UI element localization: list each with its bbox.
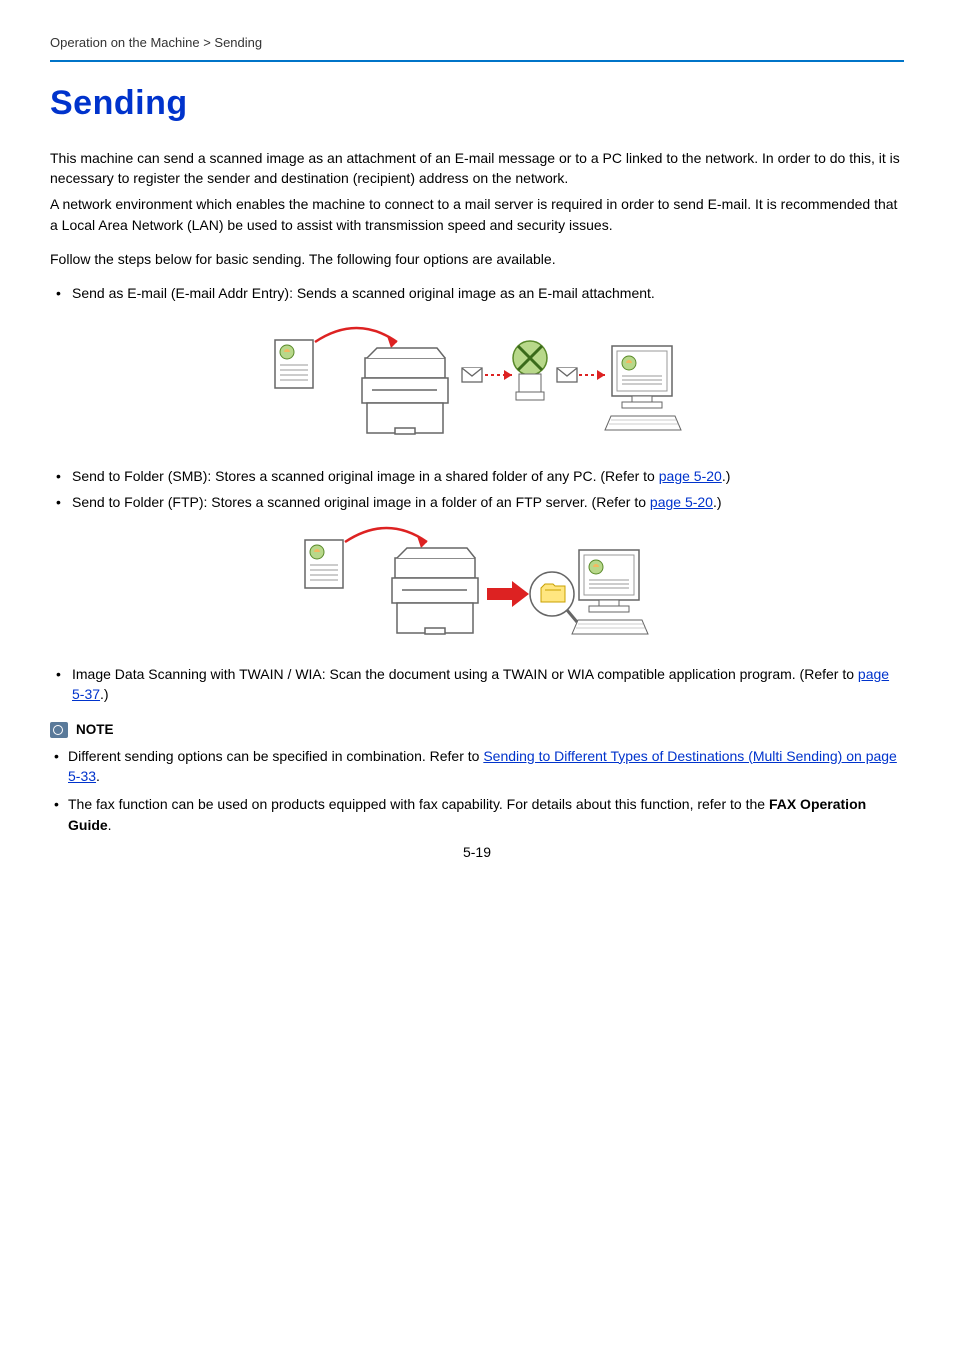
option-email-text: Send as E-mail (E-mail Addr Entry): Send…	[72, 285, 655, 301]
option-ftp: Send to Folder (FTP): Stores a scanned o…	[50, 492, 904, 512]
note-item-1-text-b: .	[96, 768, 100, 784]
note-icon	[50, 722, 68, 738]
diagram-folder-icon	[297, 526, 657, 646]
breadcrumb: Operation on the Machine > Sending	[50, 34, 904, 52]
option-twain: Image Data Scanning with TWAIN / WIA: Sc…	[50, 664, 904, 705]
figure-email-send	[50, 318, 904, 448]
note-list: Different sending options can be specifi…	[50, 746, 904, 835]
intro-paragraph-2: A network environment which enables the …	[50, 194, 904, 235]
diagram-email-icon	[267, 318, 687, 448]
intro-paragraph-3: Follow the steps below for basic sending…	[50, 249, 904, 269]
option-smb: Send to Folder (SMB): Stores a scanned o…	[50, 466, 904, 486]
option-email: Send as E-mail (E-mail Addr Entry): Send…	[50, 283, 904, 303]
note-item-2-text-a: The fax function can be used on products…	[68, 796, 769, 812]
note-label: NOTE	[76, 721, 114, 740]
intro-paragraph-1: This machine can send a scanned image as…	[50, 148, 904, 189]
note-item-1: Different sending options can be specifi…	[50, 746, 904, 787]
options-list: Send as E-mail (E-mail Addr Entry): Send…	[50, 283, 904, 303]
page-title: Sending	[50, 80, 904, 128]
note-box: NOTE Different sending options can be sp…	[50, 721, 904, 835]
note-item-2: The fax function can be used on products…	[50, 794, 904, 835]
option-twain-text-a: Image Data Scanning with TWAIN / WIA: Sc…	[72, 666, 858, 682]
figure-folder-send	[50, 526, 904, 646]
page-number: 5-19	[0, 843, 954, 863]
options-list-2: Send to Folder (SMB): Stores a scanned o…	[50, 466, 904, 513]
option-smb-text-b: .)	[722, 468, 731, 484]
note-item-1-text-a: Different sending options can be specifi…	[68, 748, 483, 764]
options-list-3: Image Data Scanning with TWAIN / WIA: Sc…	[50, 664, 904, 705]
note-item-2-text-b: .	[108, 817, 112, 833]
option-twain-text-b: .)	[100, 686, 109, 702]
option-ftp-text-b: .)	[713, 494, 722, 510]
link-page-5-20-smb[interactable]: page 5-20	[659, 468, 722, 484]
section-divider	[50, 60, 904, 62]
link-page-5-20-ftp[interactable]: page 5-20	[650, 494, 713, 510]
note-header: NOTE	[50, 721, 904, 740]
option-ftp-text-a: Send to Folder (FTP): Stores a scanned o…	[72, 494, 650, 510]
option-smb-text-a: Send to Folder (SMB): Stores a scanned o…	[72, 468, 659, 484]
